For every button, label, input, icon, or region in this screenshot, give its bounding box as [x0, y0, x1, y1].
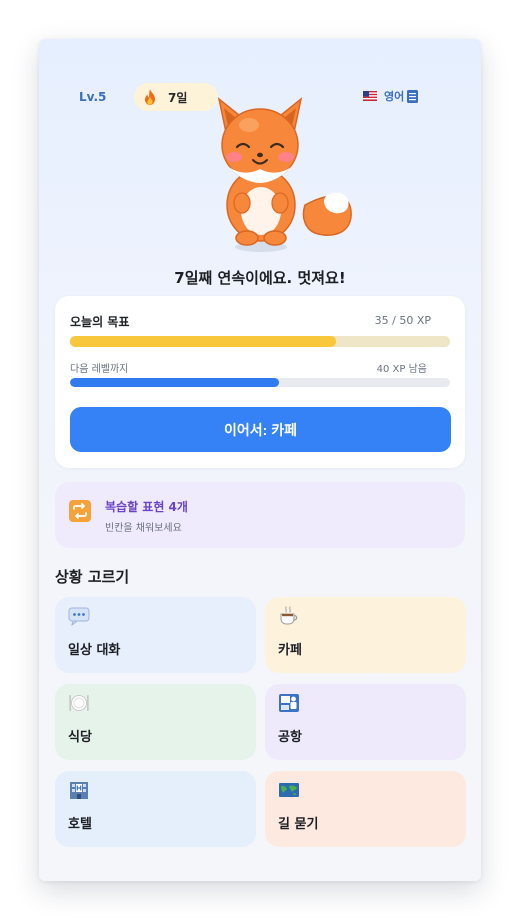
streak-badge[interactable]: 7일 — [134, 83, 218, 111]
level-progress-fill — [70, 378, 279, 387]
next-level-label: 다음 레벨까지 — [70, 364, 129, 375]
scenario-tile-hotel[interactable]: 호텔 — [55, 771, 256, 847]
scenario-label: 길 묻기 — [278, 817, 319, 832]
passport-control-icon — [279, 694, 299, 712]
scenario-section-title: 상황 고르기 — [55, 568, 130, 586]
review-subtitle: 빈칸을 채워보세요 — [105, 523, 182, 534]
next-level-remaining: 40 XP 남음 — [376, 364, 427, 375]
scenario-tile-cafe[interactable]: 카페 — [265, 597, 466, 673]
hotel-icon — [70, 782, 88, 799]
daily-goal-progress-bar — [70, 336, 450, 347]
coffee-icon — [280, 606, 298, 625]
scenario-label: 식당 — [68, 730, 92, 745]
scenario-label: 호텔 — [68, 817, 92, 832]
streak-message: 7일째 연속이에요. 멋져요! — [174, 269, 346, 287]
language-label: 영어 — [384, 90, 405, 103]
speech-bubble-icon — [68, 607, 90, 626]
daily-goal-xp: 35 / 50 XP — [374, 314, 431, 327]
language-menu-icon — [407, 89, 419, 103]
daily-goal-progress-fill — [70, 336, 336, 347]
fire-icon — [145, 89, 155, 105]
scenario-tile-airport[interactable]: 공항 — [265, 684, 466, 760]
scenario-tile-restaurant[interactable]: 식당 — [55, 684, 256, 760]
daily-goal-card: 오늘의 목표 35 / 50 XP 다음 레벨까지 40 XP 남음 이어서: … — [55, 296, 465, 468]
plate-icon — [69, 695, 89, 711]
scenario-tile-directions[interactable]: 길 묻기 — [265, 771, 466, 847]
app-screen: Lv.5 7일 영어 7일째 연속이에요. 멋져요! 오늘의 목표 35 / 5… — [39, 39, 481, 881]
streak-count: 7일 — [168, 90, 188, 105]
fox-mascot — [217, 97, 352, 252]
map-icon — [279, 783, 299, 797]
scenario-label: 공항 — [278, 730, 302, 745]
repeat-icon — [69, 500, 91, 522]
us-flag-icon — [363, 91, 377, 101]
scenario-label: 일상 대화 — [68, 643, 121, 658]
daily-goal-title: 오늘의 목표 — [70, 315, 130, 329]
scenario-tile-daily-conversation[interactable]: 일상 대화 — [55, 597, 256, 673]
continue-button[interactable]: 이어서: 카페 — [70, 407, 451, 452]
review-title: 복습할 표현 4개 — [105, 500, 188, 514]
level-progress-bar — [70, 378, 450, 387]
level-badge: Lv.5 — [79, 90, 107, 104]
language-selector[interactable]: 영어 — [363, 88, 419, 104]
review-card[interactable]: 복습할 표현 4개 빈칸을 채워보세요 — [55, 482, 465, 548]
scenario-label: 카페 — [278, 643, 302, 658]
